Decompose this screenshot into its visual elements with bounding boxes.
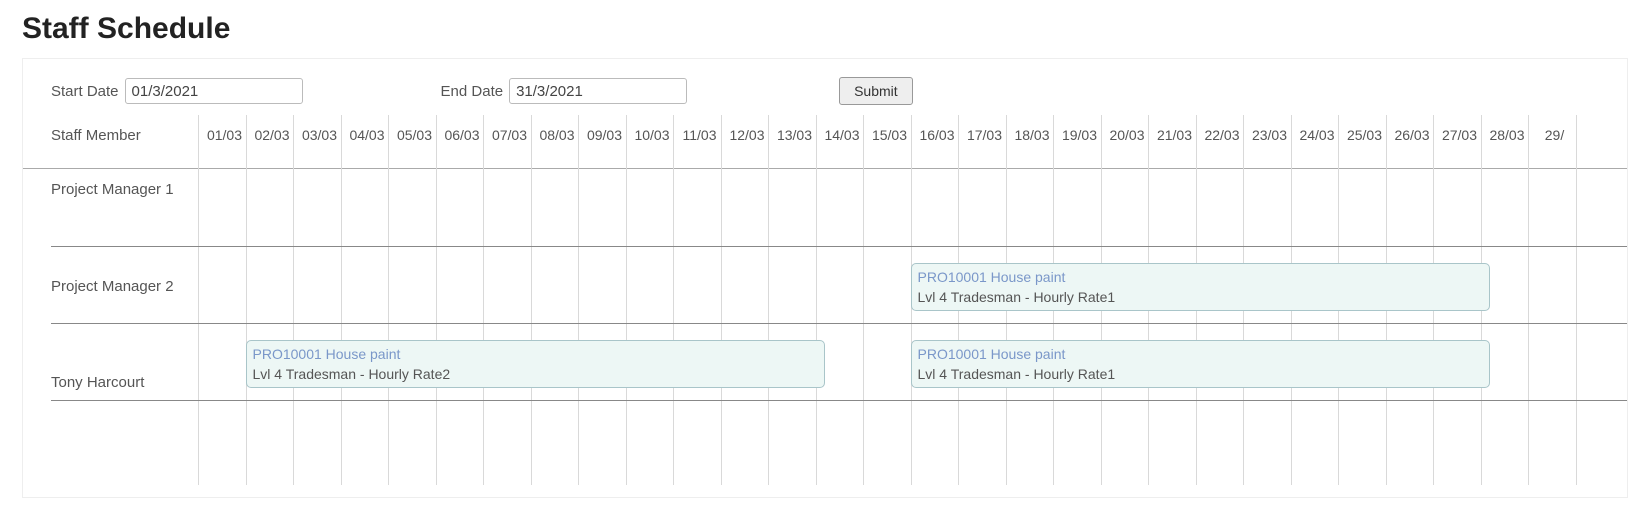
- date-header: 23/03: [1246, 127, 1293, 143]
- date-header: 16/03: [914, 127, 961, 143]
- grid-vline: [293, 115, 294, 485]
- date-header: 08/03: [534, 127, 581, 143]
- date-header: 03/03: [296, 127, 343, 143]
- date-header: 11/03: [676, 127, 723, 143]
- assignment-rate: Lvl 4 Tradesman - Hourly Rate1: [918, 364, 1484, 384]
- grid-vline: [436, 115, 437, 485]
- date-header: 28/03: [1484, 127, 1531, 143]
- grid-vline: [198, 115, 199, 485]
- assignment-project-link[interactable]: PRO10001 House paint: [918, 344, 1484, 364]
- date-header: 19/03: [1056, 127, 1103, 143]
- date-header: 07/03: [486, 127, 533, 143]
- date-header: 10/03: [629, 127, 676, 143]
- date-header: 14/03: [819, 127, 866, 143]
- date-header: 09/03: [581, 127, 628, 143]
- grid-vline: [578, 115, 579, 485]
- assignment-block[interactable]: PRO10001 House paintLvl 4 Tradesman - Ho…: [246, 340, 826, 388]
- date-header: 26/03: [1389, 127, 1436, 143]
- date-header: 04/03: [344, 127, 391, 143]
- grid-vline: [483, 115, 484, 485]
- grid-vline: [388, 115, 389, 485]
- start-date-input[interactable]: [125, 78, 303, 104]
- date-header: 18/03: [1009, 127, 1056, 143]
- date-header: 24/03: [1294, 127, 1341, 143]
- grid-vline: [246, 115, 247, 485]
- staff-row-label: Project Manager 2: [51, 278, 174, 295]
- end-date-label: End Date: [441, 83, 504, 100]
- page-title: Staff Schedule: [22, 12, 1630, 46]
- date-header: 25/03: [1341, 127, 1388, 143]
- row-divider: [51, 246, 1627, 247]
- row-divider: [51, 400, 1627, 401]
- submit-button[interactable]: Submit: [839, 77, 913, 105]
- grid-vline: [673, 115, 674, 485]
- grid-vline: [768, 115, 769, 485]
- grid-vline: [863, 115, 864, 485]
- assignment-block[interactable]: PRO10001 House paintLvl 4 Tradesman - Ho…: [911, 340, 1491, 388]
- grid-vline: [721, 115, 722, 485]
- assignment-rate: Lvl 4 Tradesman - Hourly Rate1: [918, 287, 1484, 307]
- date-header: 15/03: [866, 127, 913, 143]
- assignment-rate: Lvl 4 Tradesman - Hourly Rate2: [253, 364, 819, 384]
- grid-vline: [626, 115, 627, 485]
- grid-vline: [531, 115, 532, 485]
- grid-vline: [816, 115, 817, 485]
- row-divider: [51, 323, 1627, 324]
- grid-vline: [341, 115, 342, 485]
- assignment-project-link[interactable]: PRO10001 House paint: [253, 344, 819, 364]
- assignment-project-link[interactable]: PRO10001 House paint: [918, 267, 1484, 287]
- start-date-label: Start Date: [51, 83, 119, 100]
- date-header: 06/03: [439, 127, 486, 143]
- date-header: 12/03: [724, 127, 771, 143]
- grid-vline: [1528, 115, 1529, 485]
- date-header: 13/03: [771, 127, 818, 143]
- schedule-panel: Start Date End Date Submit Staff Member …: [22, 58, 1628, 498]
- assignment-block[interactable]: PRO10001 House paintLvl 4 Tradesman - Ho…: [911, 263, 1491, 311]
- date-header: 17/03: [961, 127, 1008, 143]
- staff-member-header: Staff Member: [51, 127, 141, 144]
- date-header: 01/03: [201, 127, 248, 143]
- filter-bar: Start Date End Date Submit: [23, 59, 1627, 115]
- date-header: 20/03: [1104, 127, 1151, 143]
- date-header: 29/: [1531, 127, 1578, 143]
- date-header: 02/03: [249, 127, 296, 143]
- grid-vline: [1576, 115, 1577, 485]
- date-header: 05/03: [391, 127, 438, 143]
- date-header: 21/03: [1151, 127, 1198, 143]
- schedule-grid: Staff Member 01/0302/0303/0304/0305/0306…: [23, 115, 1627, 485]
- end-date-input[interactable]: [509, 78, 687, 104]
- date-header: 27/03: [1436, 127, 1483, 143]
- staff-row-label: Tony Harcourt: [51, 374, 144, 391]
- date-header: 22/03: [1199, 127, 1246, 143]
- staff-row-label: Project Manager 1: [51, 181, 174, 198]
